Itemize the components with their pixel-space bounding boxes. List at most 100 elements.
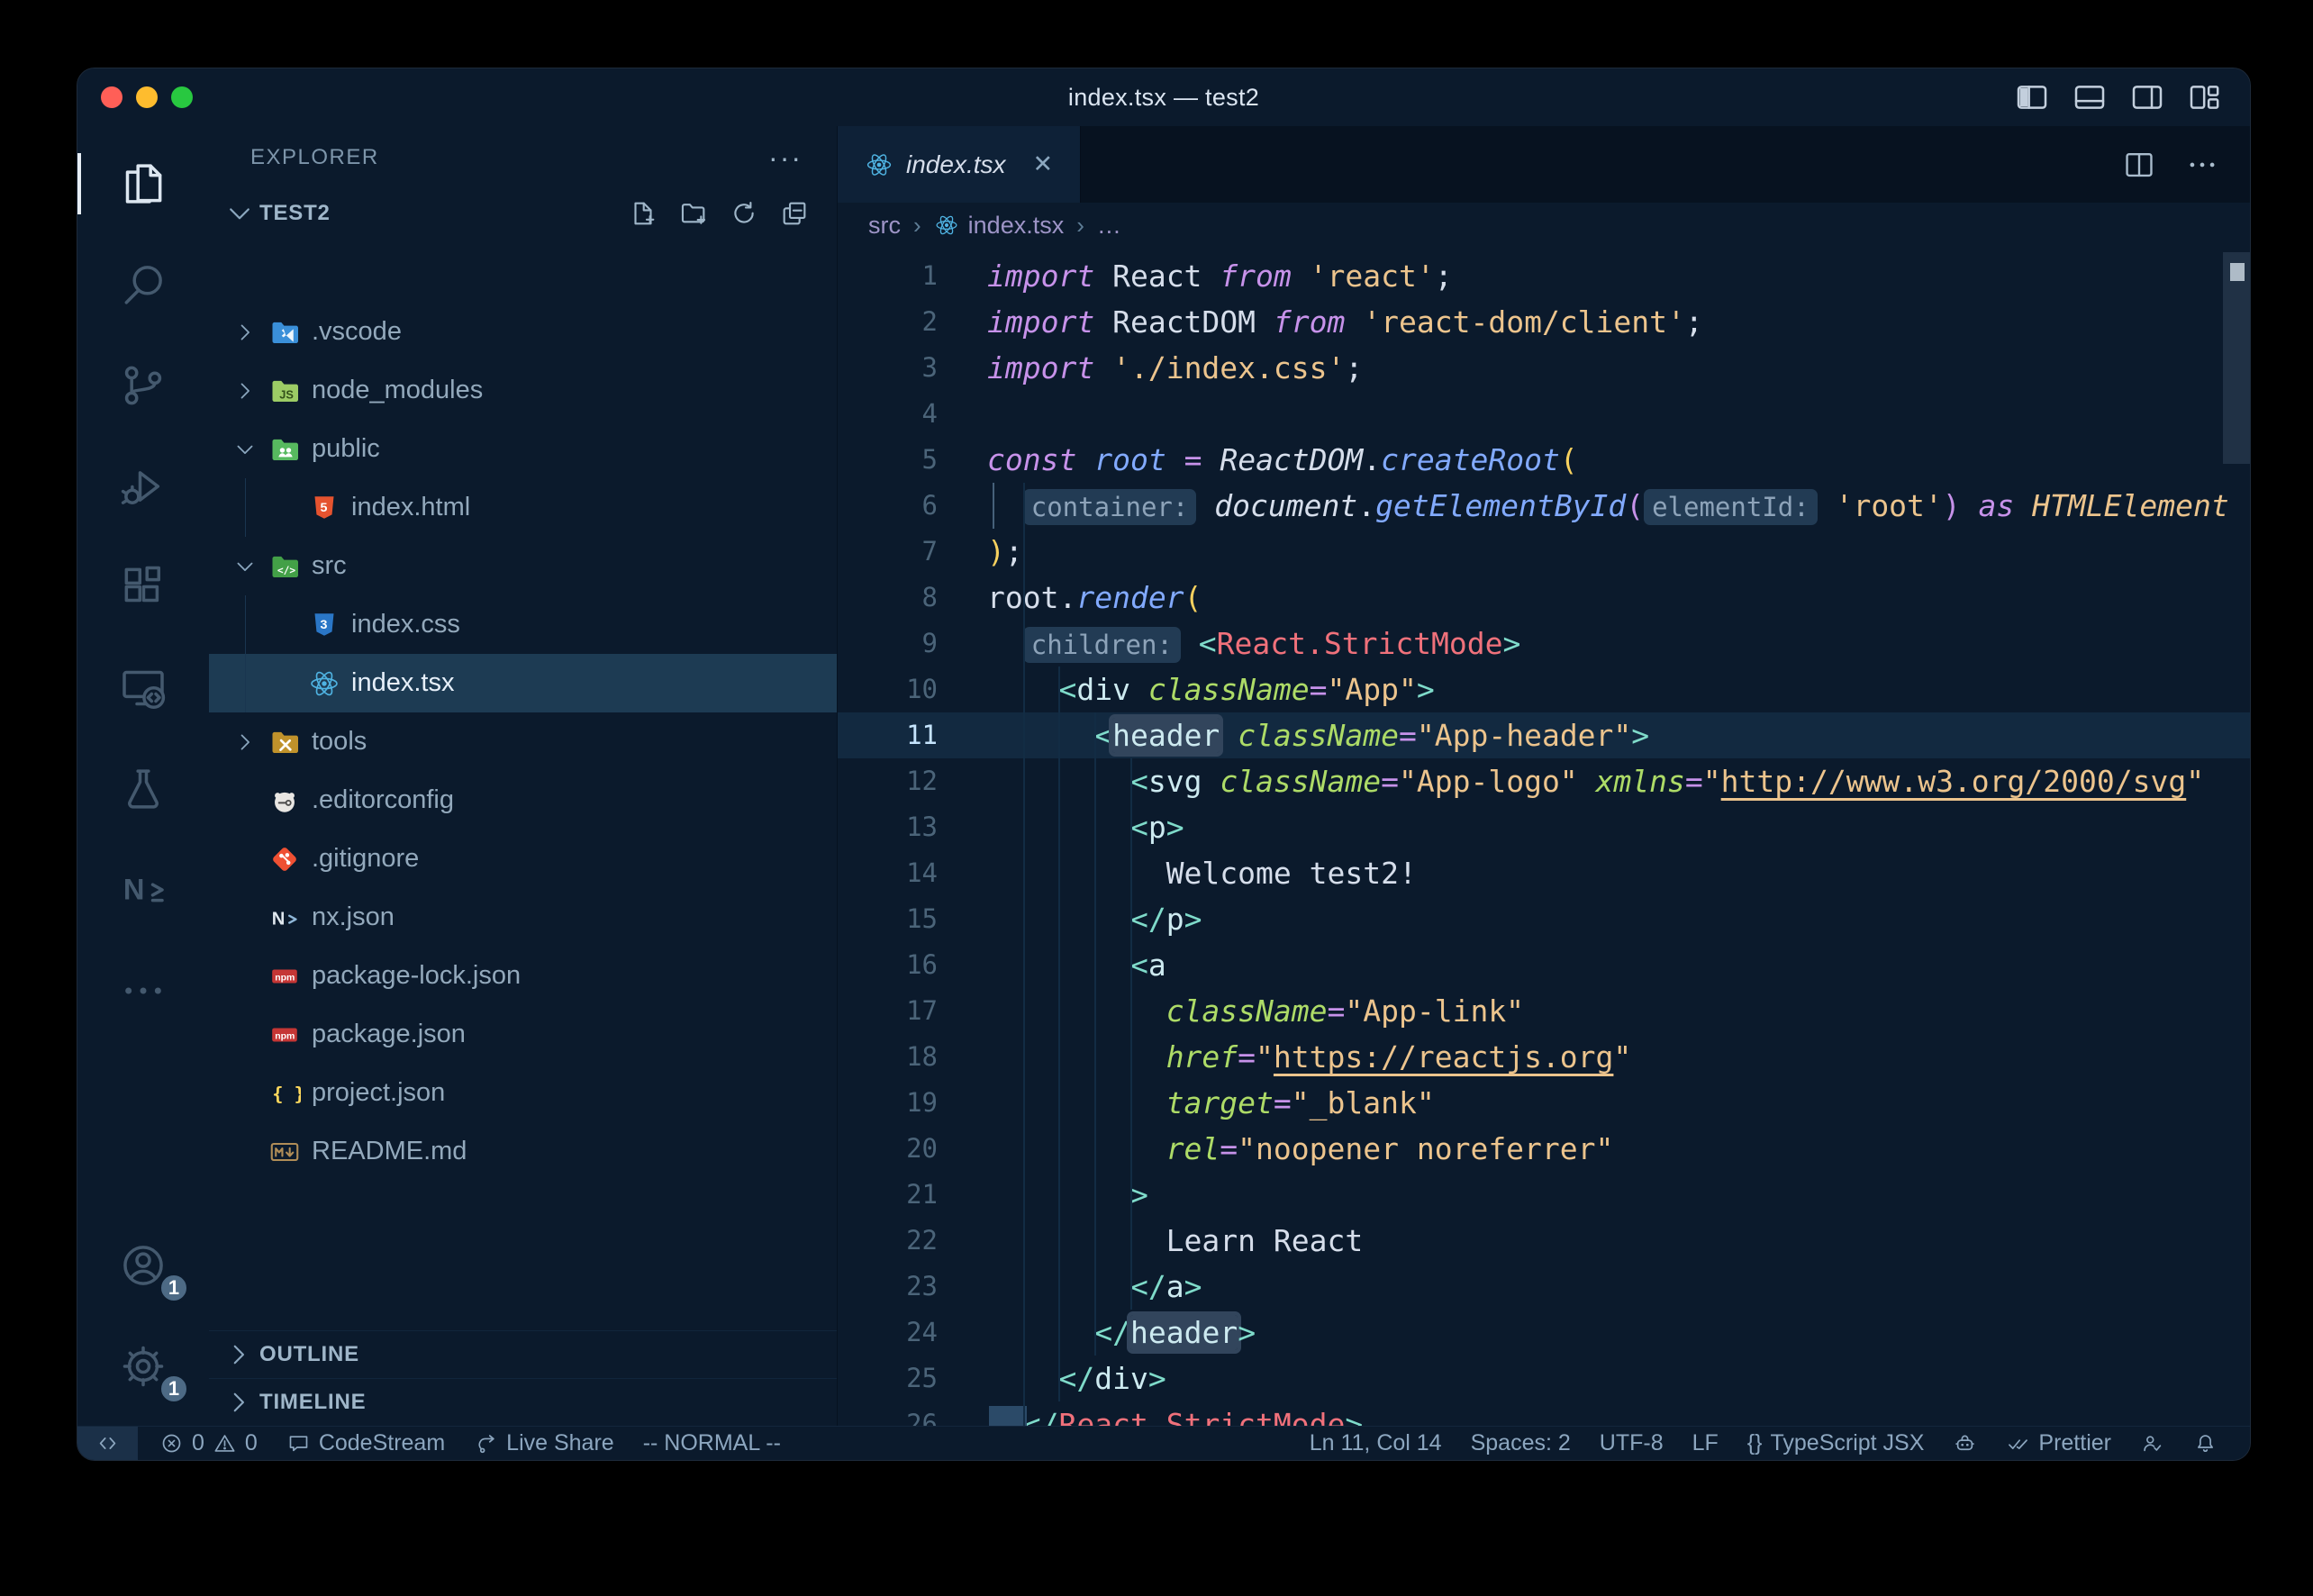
code-line-7[interactable]: 7);: [838, 529, 2250, 575]
status-vim-mode[interactable]: -- NORMAL --: [629, 1427, 795, 1460]
status-prettier[interactable]: Prettier: [1991, 1427, 2126, 1460]
tree-item-index-css[interactable]: 3index.css: [209, 595, 837, 654]
code-line-13[interactable]: 13 <p>: [838, 804, 2250, 850]
tree-item-project-json[interactable]: { }project.json: [209, 1064, 837, 1122]
status-encoding[interactable]: UTF-8: [1585, 1427, 1678, 1460]
code-line-8[interactable]: 8root.render(: [838, 575, 2250, 621]
tree-item-package-lock-json[interactable]: npmpackage-lock.json: [209, 947, 837, 1005]
code-line-3[interactable]: 3import './index.css';: [838, 345, 2250, 391]
code-line-21[interactable]: 21 >: [838, 1172, 2250, 1218]
activity-explorer-icon[interactable]: [77, 133, 209, 234]
activity-testing-icon[interactable]: [77, 739, 209, 839]
activity-settings-icon[interactable]: 1: [77, 1316, 209, 1417]
code-line-11[interactable]: 11 <header className="App-header">: [838, 712, 2250, 758]
activity-extensions-icon[interactable]: [77, 537, 209, 638]
tree-item-node-modules[interactable]: JSnode_modules: [209, 361, 837, 420]
code-line-9[interactable]: 9 children: <React.StrictMode>: [838, 621, 2250, 667]
activity-accounts-icon[interactable]: 1: [77, 1215, 209, 1316]
status-eol[interactable]: LF: [1678, 1427, 1733, 1460]
status-copilot[interactable]: [1938, 1427, 1991, 1460]
tree-item--gitignore[interactable]: .gitignore: [209, 830, 837, 888]
chevron-right-icon[interactable]: [225, 371, 265, 411]
vertical-scrollbar[interactable]: [2223, 252, 2250, 464]
panel-outline[interactable]: OUTLINE: [209, 1330, 837, 1378]
status-cursor-position[interactable]: Ln 11, Col 14: [1295, 1427, 1456, 1460]
code-line-14[interactable]: 14 Welcome test2!: [838, 850, 2250, 896]
tree-item-index-tsx[interactable]: index.tsx: [209, 654, 837, 712]
activity-source-control-icon[interactable]: [77, 335, 209, 436]
activity-more-icon[interactable]: [77, 940, 209, 1041]
code-line-18[interactable]: 18 href="https://reactjs.org": [838, 1034, 2250, 1080]
tab-index-tsx[interactable]: index.tsx ✕: [838, 126, 1081, 203]
status-live-share[interactable]: Live Share: [459, 1427, 629, 1460]
activity-nx-console-icon[interactable]: N: [77, 839, 209, 940]
project-section-header[interactable]: TEST2: [209, 189, 837, 238]
code-line-6[interactable]: 6 container: document.getElementById(ele…: [838, 483, 2250, 529]
chevron-right-icon[interactable]: [225, 722, 265, 762]
code-line-17[interactable]: 17 className="App-link": [838, 988, 2250, 1034]
code-line-23[interactable]: 23 </a>: [838, 1264, 2250, 1310]
close-tab-icon[interactable]: ✕: [1033, 150, 1054, 178]
comment-icon: [286, 1431, 311, 1455]
chevron-right-icon[interactable]: [225, 313, 265, 352]
code-line-2[interactable]: 2import ReactDOM from 'react-dom/client'…: [838, 299, 2250, 345]
tree-item-nx-json[interactable]: Nnx.json: [209, 888, 837, 947]
activity-run-debug-icon[interactable]: [77, 436, 209, 537]
chevron-down-icon: [223, 197, 256, 230]
code-line-5[interactable]: 5const root = ReactDOM.createRoot(: [838, 437, 2250, 483]
code-line-19[interactable]: 19 target="_blank": [838, 1080, 2250, 1126]
code-line-10[interactable]: 10 <div className="App">: [838, 667, 2250, 712]
breadcrumb-item-2[interactable]: …: [1097, 212, 1121, 240]
code-editor[interactable]: 1import React from 'react';2import React…: [838, 248, 2250, 1426]
tree-item-readme-md[interactable]: README.md: [209, 1122, 837, 1181]
status-feedback[interactable]: [2126, 1427, 2179, 1460]
status-problems[interactable]: 00: [145, 1427, 272, 1460]
code-line-25[interactable]: 25 </div>: [838, 1356, 2250, 1401]
chevron-down-icon[interactable]: [225, 547, 265, 586]
status-codestream[interactable]: CodeStream: [272, 1427, 459, 1460]
toggle-secondary-sidebar-icon[interactable]: [2129, 79, 2165, 115]
breadcrumb-item-1[interactable]: index.tsx: [934, 212, 1065, 240]
code-line-22[interactable]: 22 Learn React: [838, 1218, 2250, 1264]
close-window-button[interactable]: [101, 86, 122, 108]
refresh-explorer-icon[interactable]: [729, 198, 759, 229]
new-file-icon[interactable]: [628, 198, 658, 229]
sidebar-more-icon[interactable]: ···: [768, 153, 803, 162]
code-line-4[interactable]: 4: [838, 391, 2250, 437]
status-notifications[interactable]: [2179, 1427, 2232, 1460]
status-indentation[interactable]: Spaces: 2: [1456, 1427, 1585, 1460]
code-line-20[interactable]: 20 rel="noopener noreferrer": [838, 1126, 2250, 1172]
collapse-folders-icon[interactable]: [779, 198, 810, 229]
activity-remote-explorer-icon[interactable]: [77, 638, 209, 739]
code-line-26[interactable]: 26 </React.StrictMode>: [838, 1401, 2250, 1426]
activity-search-icon[interactable]: [77, 234, 209, 335]
code-line-16[interactable]: 16 <a: [838, 942, 2250, 988]
titlebar[interactable]: index.tsx — test2: [77, 68, 2250, 126]
code-line-24[interactable]: 24 </header>: [838, 1310, 2250, 1356]
chevron-down-icon[interactable]: [225, 430, 265, 469]
tree-item-src[interactable]: </>src: [209, 537, 837, 595]
tree-item--editorconfig[interactable]: .editorconfig: [209, 771, 837, 830]
status-remote-indicator[interactable]: [77, 1427, 138, 1460]
customize-layout-icon[interactable]: [2187, 79, 2223, 115]
code-line-1[interactable]: 1import React from 'react';: [838, 253, 2250, 299]
zoom-window-button[interactable]: [171, 86, 193, 108]
tree-item-public[interactable]: public: [209, 420, 837, 478]
tree-item--vscode[interactable]: .vscode: [209, 303, 837, 361]
panel-timeline[interactable]: TIMELINE: [209, 1378, 837, 1426]
new-folder-icon[interactable]: [678, 198, 709, 229]
toggle-primary-sidebar-icon[interactable]: [2014, 79, 2050, 115]
editor-more-icon[interactable]: [2185, 148, 2219, 182]
toggle-panel-icon[interactable]: [2072, 79, 2108, 115]
tree-item-index-html[interactable]: 5index.html: [209, 478, 837, 537]
code-line-15[interactable]: 15 </p>: [838, 896, 2250, 942]
breadcrumb-item-0[interactable]: src: [868, 212, 901, 240]
tree-item-label: README.md: [312, 1137, 467, 1166]
code-line-12[interactable]: 12 <svg className="App-logo" xmlns="http…: [838, 758, 2250, 804]
tree-item-tools[interactable]: tools: [209, 712, 837, 771]
split-editor-icon[interactable]: [2122, 148, 2156, 182]
tree-item-package-json[interactable]: npmpackage.json: [209, 1005, 837, 1064]
minimize-window-button[interactable]: [136, 86, 158, 108]
code-text: Welcome test2!: [987, 850, 1417, 896]
status-language-mode[interactable]: {}TypeScript JSX: [1733, 1427, 1939, 1460]
